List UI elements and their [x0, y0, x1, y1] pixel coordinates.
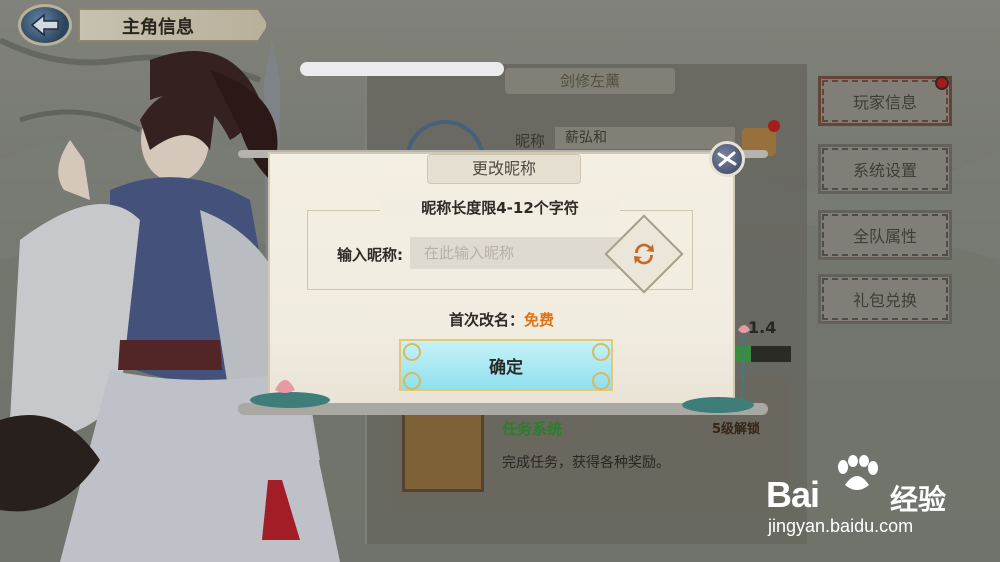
button-ornament-icon [403, 343, 421, 361]
watermark-brand-cn: 经验 [890, 483, 947, 516]
button-ornament-icon [403, 372, 421, 390]
lotus-decoration-icon [682, 325, 754, 413]
nickname-length-hint: 昵称长度限4-12个字符 [380, 197, 620, 218]
close-button[interactable] [709, 141, 745, 177]
button-ornament-icon [592, 372, 610, 390]
confirm-button-label: 确定 [489, 357, 523, 378]
watermark-url: jingyan.baidu.com [768, 516, 914, 536]
baidu-paw-icon [838, 455, 878, 490]
watermark-brand: Bai [766, 474, 820, 515]
confirm-button[interactable]: 确定 [399, 339, 613, 391]
rename-cost-label: 首次改名： [448, 311, 524, 329]
refresh-icon [627, 237, 661, 271]
nickname-input-label: 输入昵称: [337, 246, 403, 264]
lotus-decoration-icon [250, 380, 330, 408]
rename-cost-value: 免费 [524, 311, 555, 329]
close-icon [717, 151, 737, 167]
dialog-title: 更改昵称 [427, 154, 581, 184]
button-ornament-icon [592, 343, 610, 361]
rename-cost-line: 首次改名：免费 [268, 309, 735, 330]
